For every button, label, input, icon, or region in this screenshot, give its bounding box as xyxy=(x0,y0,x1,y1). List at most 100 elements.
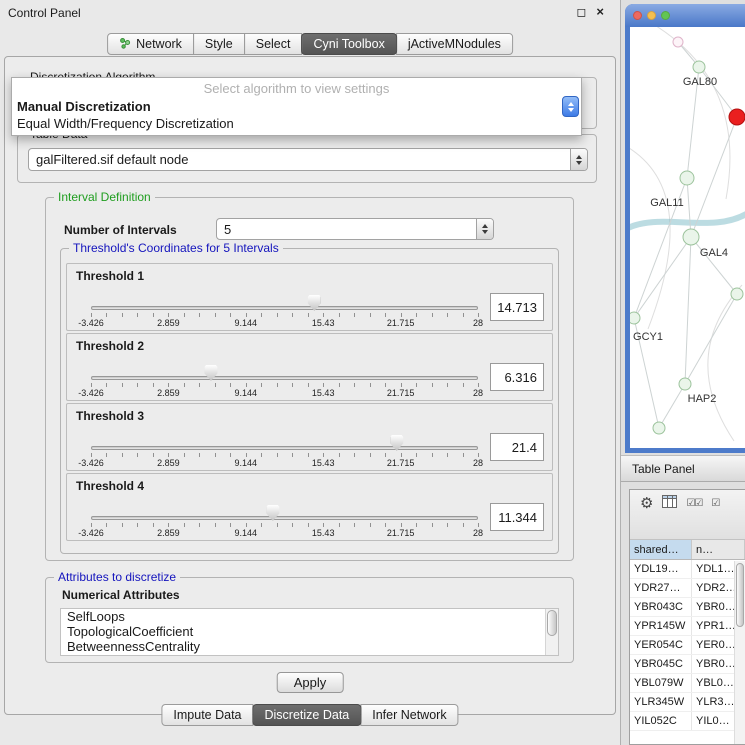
combo-arrows-icon[interactable] xyxy=(562,96,579,117)
table-browser-window: ⚙ ☑☑ ☑ shared…n… YDL19…YDL1…YDR27…YDR2…Y… xyxy=(629,489,745,745)
node-label: GAL80 xyxy=(683,76,717,88)
table-scrollbar[interactable] xyxy=(734,561,745,744)
table-panel-header: Table Panel xyxy=(621,455,745,482)
table-data-combobox[interactable]: galFiltered.sif default node xyxy=(28,148,588,171)
tab-discretize-data[interactable]: Discretize Data xyxy=(253,704,362,726)
column-header[interactable]: n… xyxy=(692,540,745,559)
node-label: GAL4 xyxy=(700,247,728,259)
threshold-label: Threshold 4 xyxy=(76,479,144,493)
network-node[interactable] xyxy=(731,288,743,300)
table-row[interactable]: YBR043CYBR0… xyxy=(630,598,745,617)
algorithm-option[interactable]: Manual Discretization xyxy=(12,98,581,115)
table-panel-title: Table Panel xyxy=(632,462,695,476)
tab-label: Network xyxy=(136,37,182,51)
network-node[interactable] xyxy=(653,422,665,434)
network-canvas[interactable]: GAL80GAL11GAL4GCY1HAP2 xyxy=(630,27,745,448)
algorithm-combobox-popup: Select algorithm to view settings Manual… xyxy=(11,77,582,136)
scrollbar-thumb[interactable] xyxy=(736,563,744,627)
table-cell: YDR27… xyxy=(630,579,692,597)
network-node[interactable] xyxy=(683,229,699,245)
gear-icon[interactable]: ⚙ xyxy=(640,495,653,513)
tab-impute-data[interactable]: Impute Data xyxy=(161,704,253,726)
slider-tick-labels: -3.4262.8599.14415.4321.71528 xyxy=(91,528,478,539)
algorithm-option[interactable]: Equal Width/Frequency Discretization xyxy=(12,115,581,132)
tab-label: Select xyxy=(256,37,291,51)
threshold-slider[interactable]: -3.4262.8599.14415.4321.71528 xyxy=(91,358,478,400)
table-toolbar: ⚙ ☑☑ ☑ xyxy=(630,490,745,540)
threshold-value-field[interactable]: 11.344 xyxy=(490,503,544,531)
table-row[interactable]: YDL19…YDL1… xyxy=(630,560,745,579)
num-intervals-combobox[interactable]: 5 xyxy=(216,218,494,240)
network-node[interactable] xyxy=(679,378,691,390)
attribute-list-item[interactable]: BetweennessCentrality xyxy=(61,639,558,654)
slider-track xyxy=(91,306,478,310)
slider-track xyxy=(91,516,478,520)
network-node[interactable] xyxy=(729,109,745,125)
table-row[interactable]: YLR345WYLR3… xyxy=(630,693,745,712)
table-cell: YDL19… xyxy=(630,560,692,578)
table-row[interactable]: YBR045CYBR0… xyxy=(630,655,745,674)
panel-title: Control Panel xyxy=(8,6,81,20)
threshold-value-field[interactable]: 21.4 xyxy=(490,433,544,461)
tab-select[interactable]: Select xyxy=(244,33,303,55)
tab-cyni-toolbox[interactable]: Cyni Toolbox xyxy=(301,33,396,55)
zoom-button[interactable] xyxy=(661,11,670,20)
list-scrollbar[interactable] xyxy=(545,609,558,655)
table-row[interactable]: YER054CYER0… xyxy=(630,636,745,655)
close-window-icon[interactable]: × xyxy=(596,5,604,19)
select-all-rows-icon[interactable]: ☑☑ xyxy=(686,495,702,513)
network-edge xyxy=(685,237,691,384)
attribute-list-item[interactable]: TopologicalCoefficient xyxy=(61,624,558,639)
column-header[interactable]: shared… xyxy=(630,540,692,559)
threshold-value-field[interactable]: 6.316 xyxy=(490,363,544,391)
slider-tick-labels: -3.4262.8599.14415.4321.71528 xyxy=(91,318,478,329)
combobox-value: 5 xyxy=(217,222,476,237)
threshold-label: Threshold 1 xyxy=(76,269,144,283)
group-title: Threshold's Coordinates for 5 Intervals xyxy=(69,241,283,255)
num-intervals-label: Number of Intervals xyxy=(64,223,177,237)
select-columns-icon[interactable]: ☑ xyxy=(711,495,719,513)
tab-label: Discretize Data xyxy=(265,708,350,722)
tab-network[interactable]: Network xyxy=(107,33,194,55)
tab-jactivemnodules[interactable]: jActiveMNodules xyxy=(396,33,513,55)
table-row[interactable]: YIL052CYIL0… xyxy=(630,712,745,731)
table-cell: YER054C xyxy=(630,636,692,654)
float-window-icon[interactable]: ◻ xyxy=(576,5,586,19)
columns-icon[interactable] xyxy=(662,495,677,513)
threshold-value-field[interactable]: 14.713 xyxy=(490,293,544,321)
group-title: Interval Definition xyxy=(54,190,155,204)
attribute-list-item[interactable]: SelfLoops xyxy=(61,609,558,624)
cyni-toolbox-pane: Discretization Algorithm Select algorith… xyxy=(4,56,616,715)
tab-style[interactable]: Style xyxy=(193,33,245,55)
table-row[interactable]: YPR145WYPR1… xyxy=(630,617,745,636)
network-node[interactable] xyxy=(630,312,640,324)
table-cell: YPR145W xyxy=(630,617,692,635)
control-panel-tabs: Network Style Select Cyni ToolboxjActiveMNo… xyxy=(107,33,513,55)
apply-button[interactable]: Apply xyxy=(277,672,344,693)
table-row[interactable]: YBL079WYBL0… xyxy=(630,674,745,693)
minimize-button[interactable] xyxy=(647,11,656,20)
network-node[interactable] xyxy=(693,61,705,73)
network-node[interactable] xyxy=(680,171,694,185)
threshold-slider[interactable]: -3.4262.8599.14415.4321.71528 xyxy=(91,288,478,330)
tab-label: Infer Network xyxy=(372,708,446,722)
thresholds-group: Threshold's Coordinates for 5 Intervals … xyxy=(60,248,559,554)
scrollbar-thumb[interactable] xyxy=(547,610,557,636)
network-node[interactable] xyxy=(673,37,683,47)
network-window-titlebar[interactable] xyxy=(625,4,745,27)
threshold-panel: Threshold 2-3.4262.8599.14415.4321.71528… xyxy=(66,333,553,401)
table-cell: YLR345W xyxy=(630,693,692,711)
slider-tick-labels: -3.4262.8599.14415.4321.71528 xyxy=(91,388,478,399)
network-edge xyxy=(708,285,742,441)
threshold-slider[interactable]: -3.4262.8599.14415.4321.71528 xyxy=(91,498,478,540)
table-cell: YBR045C xyxy=(630,655,692,673)
cyni-mode-tabs: Impute Data Discretize Data Infer Network xyxy=(161,704,458,726)
table-row[interactable]: YDR27…YDR2… xyxy=(630,579,745,598)
close-button[interactable] xyxy=(633,11,642,20)
attributes-group: Attributes to discretize Numerical Attri… xyxy=(45,577,574,663)
window-controls: ◻ × xyxy=(576,5,604,19)
threshold-slider[interactable]: -3.4262.8599.14415.4321.71528 xyxy=(91,428,478,470)
network-icon xyxy=(119,37,131,52)
numerical-attributes-list[interactable]: SelfLoopsTopologicalCoefficientBetweenne… xyxy=(60,608,559,656)
tab-infer-network[interactable]: Infer Network xyxy=(360,704,458,726)
